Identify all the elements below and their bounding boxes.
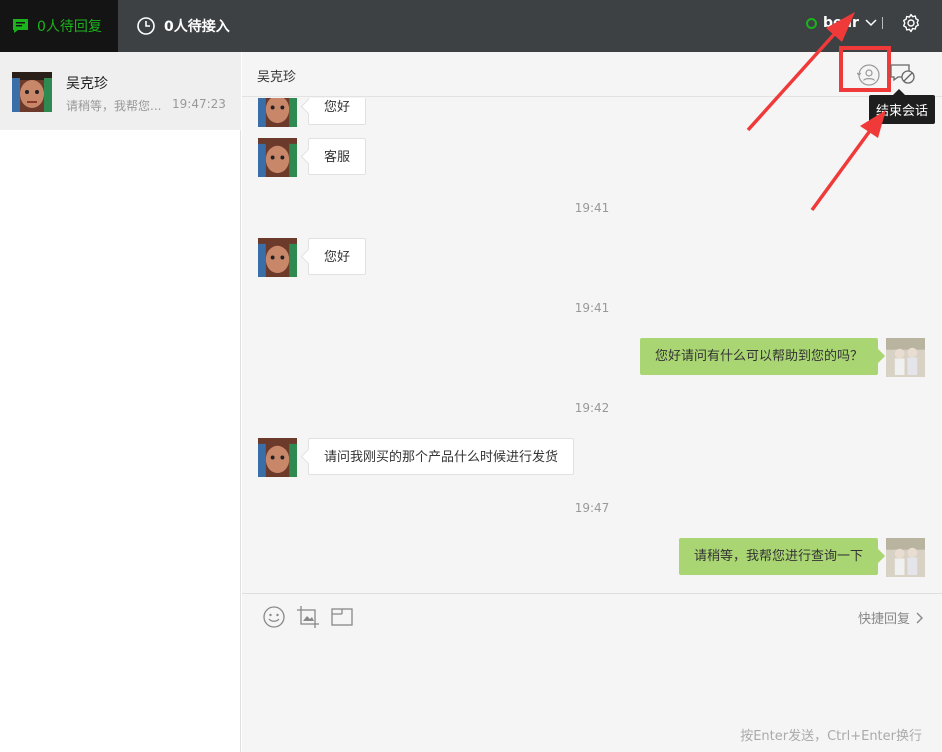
- customer-avatar: [258, 238, 297, 277]
- chevron-down-icon: [865, 19, 877, 27]
- chat-bubble-icon: [13, 19, 28, 33]
- incoming-message: 请问我刚买的那个产品什么时候进行发货: [308, 438, 575, 475]
- username: bear: [823, 15, 859, 31]
- message-composer[interactable]: 快捷回复 按Enter发送，Ctrl+Enter换行: [242, 593, 942, 752]
- conversation-list: 吴克珍 请稍等，我帮您... 19:47:23: [0, 52, 241, 752]
- chat-panel: 吴克珍 结束会话 您好 客服 19:41 您好 19:41 您好请问有什么可以帮…: [242, 46, 942, 752]
- incoming-message: 您好: [308, 238, 367, 275]
- outgoing-message: 请稍等，我帮您进行查询一下: [678, 538, 878, 575]
- divider: [882, 17, 883, 29]
- user-menu[interactable]: bear: [806, 0, 877, 46]
- customer-avatar: [258, 438, 297, 477]
- agent-avatar: [886, 338, 925, 377]
- image-crop-icon[interactable]: [296, 605, 320, 629]
- outgoing-message: 您好请问有什么可以帮助到您的吗？: [639, 338, 878, 375]
- end-session-icon[interactable]: [890, 63, 916, 87]
- tab-waiting-queue-label: 0人待接入: [164, 19, 230, 35]
- quick-reply-button[interactable]: 快捷回复: [858, 608, 924, 627]
- message-row: 您好请问有什么可以帮助到您的吗？: [242, 338, 942, 378]
- message-row: 您好: [242, 238, 942, 278]
- avatar: [12, 72, 52, 112]
- agent-avatar: [886, 538, 925, 577]
- screenshot-icon[interactable]: [330, 605, 354, 629]
- clock-icon: [137, 17, 155, 35]
- message-timestamp: 19:41: [574, 301, 610, 315]
- emoji-icon[interactable]: [262, 605, 286, 629]
- tab-waiting-queue[interactable]: 0人待接入: [136, 0, 230, 52]
- incoming-message: 客服: [308, 138, 367, 175]
- tab-pending-replies[interactable]: 0人待回复: [0, 0, 118, 52]
- message-row: 请问我刚买的那个产品什么时候进行发货: [242, 438, 942, 478]
- customer-avatar: [258, 98, 297, 127]
- chevron-right-icon: [916, 612, 923, 623]
- message-timestamp: 19:47: [574, 501, 610, 515]
- last-message-time: 19:47:23: [172, 97, 226, 111]
- incoming-message: 您好: [308, 98, 367, 125]
- message-row: 请稍等，我帮您进行查询一下: [242, 538, 942, 578]
- message-timestamp: 19:41: [574, 201, 610, 215]
- chat-title: 吴克珍: [257, 70, 297, 85]
- message-list: 您好 客服 19:41 您好 19:41 您好请问有什么可以帮助到您的吗？ 19…: [242, 98, 942, 593]
- chat-header: 吴克珍 结束会话: [242, 46, 942, 124]
- last-message-preview: 请稍等，我帮您...: [66, 99, 162, 113]
- online-status-icon: [806, 17, 817, 29]
- customer-avatar: [258, 138, 297, 177]
- send-shortcut-hint: 按Enter发送，Ctrl+Enter换行: [740, 729, 922, 744]
- transfer-user-icon[interactable]: [857, 63, 881, 87]
- message-timestamp: 19:42: [574, 401, 610, 415]
- message-row: 客服: [242, 138, 942, 178]
- tab-pending-replies-label: 0人待回复: [37, 19, 102, 35]
- message-row: 您好: [242, 98, 942, 128]
- conversation-item[interactable]: 吴克珍 请稍等，我帮您... 19:47:23: [0, 52, 241, 130]
- end-session-tooltip: 结束会话: [869, 89, 936, 124]
- top-bar: 0人待回复 0人待接入 bear: [0, 0, 942, 52]
- quick-reply-label: 快捷回复: [857, 612, 910, 627]
- gear-icon[interactable]: [901, 13, 921, 33]
- contact-name: 吴克珍: [66, 76, 108, 92]
